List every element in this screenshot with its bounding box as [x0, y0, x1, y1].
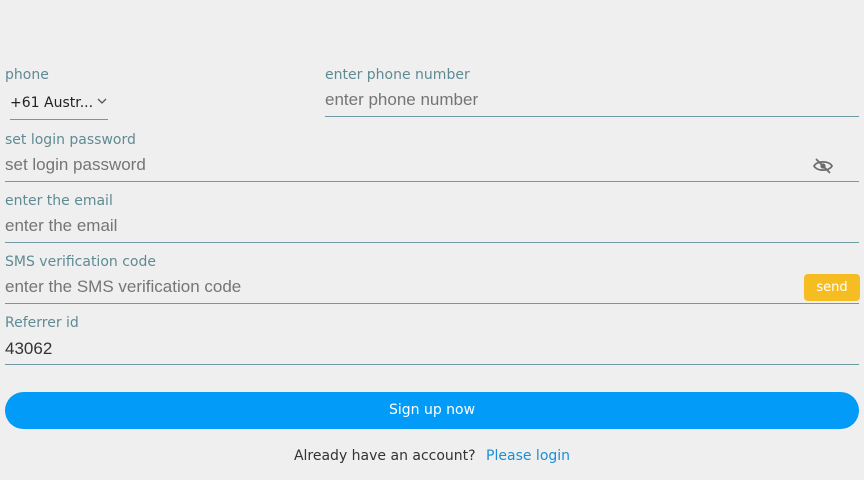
login-link[interactable]: Please login	[486, 448, 570, 464]
referrer-underline	[5, 364, 859, 365]
referrer-input[interactable]	[5, 338, 855, 360]
email-underline	[5, 242, 859, 243]
login-prompt: Already have an account? Please login	[0, 447, 864, 465]
sms-code-input[interactable]	[5, 276, 795, 298]
login-question: Already have an account?	[293, 448, 476, 464]
phone-label: phone	[5, 67, 49, 83]
send-code-button[interactable]: send	[804, 274, 860, 301]
referrer-label: Referrer id	[5, 315, 79, 331]
phone-number-underline	[325, 116, 859, 117]
email-label: enter the email	[5, 193, 113, 209]
email-input[interactable]	[5, 215, 855, 237]
chevron-down-icon	[97, 98, 107, 104]
sms-underline	[5, 303, 859, 304]
country-underline	[10, 119, 108, 120]
country-code-value: +61 Austr...	[10, 95, 94, 111]
eye-off-icon[interactable]	[813, 157, 833, 175]
password-input[interactable]	[5, 154, 795, 176]
country-code-select[interactable]: +61 Austr...	[10, 93, 108, 115]
signup-form: phone +61 Austr... enter phone number se…	[0, 0, 864, 480]
phone-number-label: enter phone number	[325, 67, 470, 83]
sms-label: SMS verification code	[5, 254, 156, 270]
phone-number-input[interactable]	[325, 89, 855, 111]
password-label: set login password	[5, 132, 136, 148]
password-underline	[5, 181, 859, 182]
signup-button[interactable]: Sign up now	[5, 392, 859, 429]
